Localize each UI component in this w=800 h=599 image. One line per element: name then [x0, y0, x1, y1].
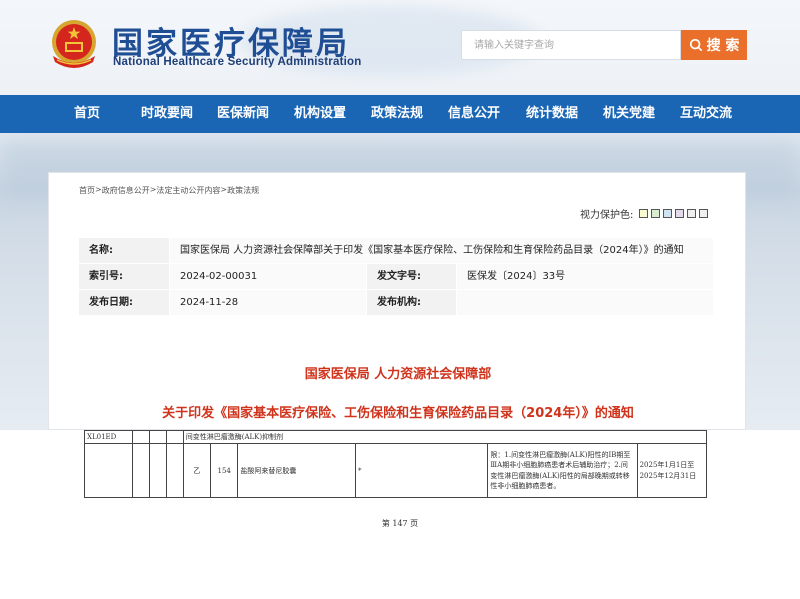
breadcrumb-separator: > — [149, 185, 157, 194]
breadcrumb-statutory[interactable]: 法定主动公开内容 — [156, 185, 220, 196]
drug-category-cell: 间变性淋巴瘤激酶(ALK)抑制剂 — [182, 430, 708, 444]
nav-item-policies[interactable]: 政策法规 — [367, 95, 427, 133]
meta-index-value: 2024-02-00031 — [169, 264, 366, 289]
nav-item-disclosure[interactable]: 信息公开 — [444, 95, 504, 133]
national-emblem-icon[interactable] — [47, 18, 101, 70]
swatch-purple[interactable] — [675, 209, 685, 218]
table-cell — [83, 443, 134, 498]
meta-date-value: 2024-11-28 — [169, 290, 366, 315]
table-row: XL01ED 间变性淋巴瘤激酶(ALK)抑制剂 — [83, 430, 708, 444]
drug-code-cell: XL01ED — [83, 430, 134, 444]
meta-row-date: 发布日期: 2024-11-28 发布机构: — [79, 290, 713, 316]
swatch-blue[interactable] — [663, 209, 673, 218]
breadcrumb-policies[interactable]: 政策法规 — [227, 185, 259, 196]
search-button-label: 搜 索 — [706, 38, 740, 54]
main-nav: 首页 时政要闻 医保新闻 机构设置 政策法规 信息公开 统计数据 机关党建 互动… — [0, 95, 800, 133]
nav-item-healthcare-news[interactable]: 医保新闻 — [213, 95, 273, 133]
breadcrumb-separator: > — [220, 185, 228, 194]
swatch-gray[interactable] — [687, 209, 697, 218]
eye-protection-label: 视力保护色: — [580, 210, 634, 221]
search-button[interactable]: 搜 索 — [681, 30, 747, 60]
search-input[interactable] — [462, 31, 680, 59]
meta-row-name: 名称: 国家医保局 人力资源社会保障部关于印发《国家基本医疗保险、工伤保险和生育… — [79, 238, 713, 264]
meta-name-label: 名称: — [79, 238, 169, 263]
nav-item-statistics[interactable]: 统计数据 — [522, 95, 582, 133]
nav-item-organization[interactable]: 机构设置 — [290, 95, 350, 133]
article-title: 关于印发《国家基本医疗保险、工伤保险和生育保险药品目录（2024年）》的通知 — [162, 406, 634, 421]
table-cell — [149, 430, 167, 444]
color-swatches — [639, 209, 709, 218]
meta-agency-value — [456, 290, 713, 315]
table-row: 乙 154 盐酸阿来替尼胶囊 * 限：1.间变性淋巴瘤激酶(ALK)阳性的ⅠB期… — [83, 443, 708, 498]
table-cell — [132, 443, 151, 498]
drug-class-cell: 乙 — [182, 443, 212, 498]
drug-restriction-cell: 限：1.间变性淋巴瘤激酶(ALK)阳性的ⅠB期至ⅢA期非小细胞肺癌患者术后辅助治… — [487, 443, 638, 498]
table-cell — [132, 430, 151, 444]
meta-row-index: 索引号: 2024-02-00031 发文字号: 医保发〔2024〕33号 — [79, 264, 713, 290]
search-icon — [689, 38, 702, 52]
eye-protection-colors: 视力保护色: — [580, 206, 709, 221]
drug-list-table: XL01ED 间变性淋巴瘤激酶(ALK)抑制剂 乙 154 盐酸阿来替尼胶囊 *… — [83, 430, 708, 498]
meta-index-label: 索引号: — [79, 264, 169, 289]
meta-agency-label: 发布机构: — [366, 290, 456, 315]
meta-name-value: 国家医保局 人力资源社会保障部关于印发《国家基本医疗保险、工伤保险和生育保险药品… — [169, 238, 713, 263]
document-metadata: 名称: 国家医保局 人力资源社会保障部关于印发《国家基本医疗保险、工伤保险和生育… — [79, 238, 713, 316]
nav-item-current-affairs[interactable]: 时政要闻 — [137, 95, 197, 133]
meta-date-label: 发布日期: — [79, 290, 169, 315]
table-cell — [149, 443, 167, 498]
drug-number-cell: 154 — [210, 443, 239, 498]
table-cell — [165, 430, 184, 444]
drug-mark-cell: * — [355, 443, 489, 498]
issuing-organizations: 国家医保局 人力资源社会保障部 — [304, 367, 492, 382]
swatch-yellow[interactable] — [639, 209, 649, 218]
breadcrumb-home[interactable]: 首页 — [79, 185, 95, 196]
nav-item-party-building[interactable]: 机关党建 — [599, 95, 659, 133]
nav-item-interaction[interactable]: 互动交流 — [676, 95, 736, 133]
drug-validity-cell: 2025年1月1日至2025年12月31日 — [636, 443, 708, 498]
document-page-image: XL01ED 间变性淋巴瘤激酶(ALK)抑制剂 乙 154 盐酸阿来替尼胶囊 *… — [0, 430, 800, 599]
swatch-green[interactable] — [651, 209, 661, 218]
site-header: 国家医疗保障局 National Healthcare Security Adm… — [0, 0, 800, 94]
site-title-english: National Healthcare Security Administrat… — [113, 56, 362, 68]
drug-name-cell: 盐酸阿来替尼胶囊 — [237, 443, 357, 498]
table-cell — [165, 443, 184, 498]
meta-doc-no-label: 发文字号: — [366, 264, 456, 289]
breadcrumb: 首页 > 政府信息公开 > 法定主动公开内容 > 政策法规 — [79, 185, 259, 196]
page-number: 第 147 页 — [381, 519, 419, 528]
meta-doc-no-value: 医保发〔2024〕33号 — [456, 264, 713, 289]
breadcrumb-separator: > — [95, 185, 102, 194]
breadcrumb-gov-info[interactable]: 政府信息公开 — [102, 185, 150, 196]
article-panel: 首页 > 政府信息公开 > 法定主动公开内容 > 政策法规 视力保护色: 名称:… — [48, 172, 746, 430]
swatch-white[interactable] — [699, 209, 709, 218]
nav-item-home[interactable]: 首页 — [70, 95, 104, 133]
search-box — [461, 30, 681, 60]
